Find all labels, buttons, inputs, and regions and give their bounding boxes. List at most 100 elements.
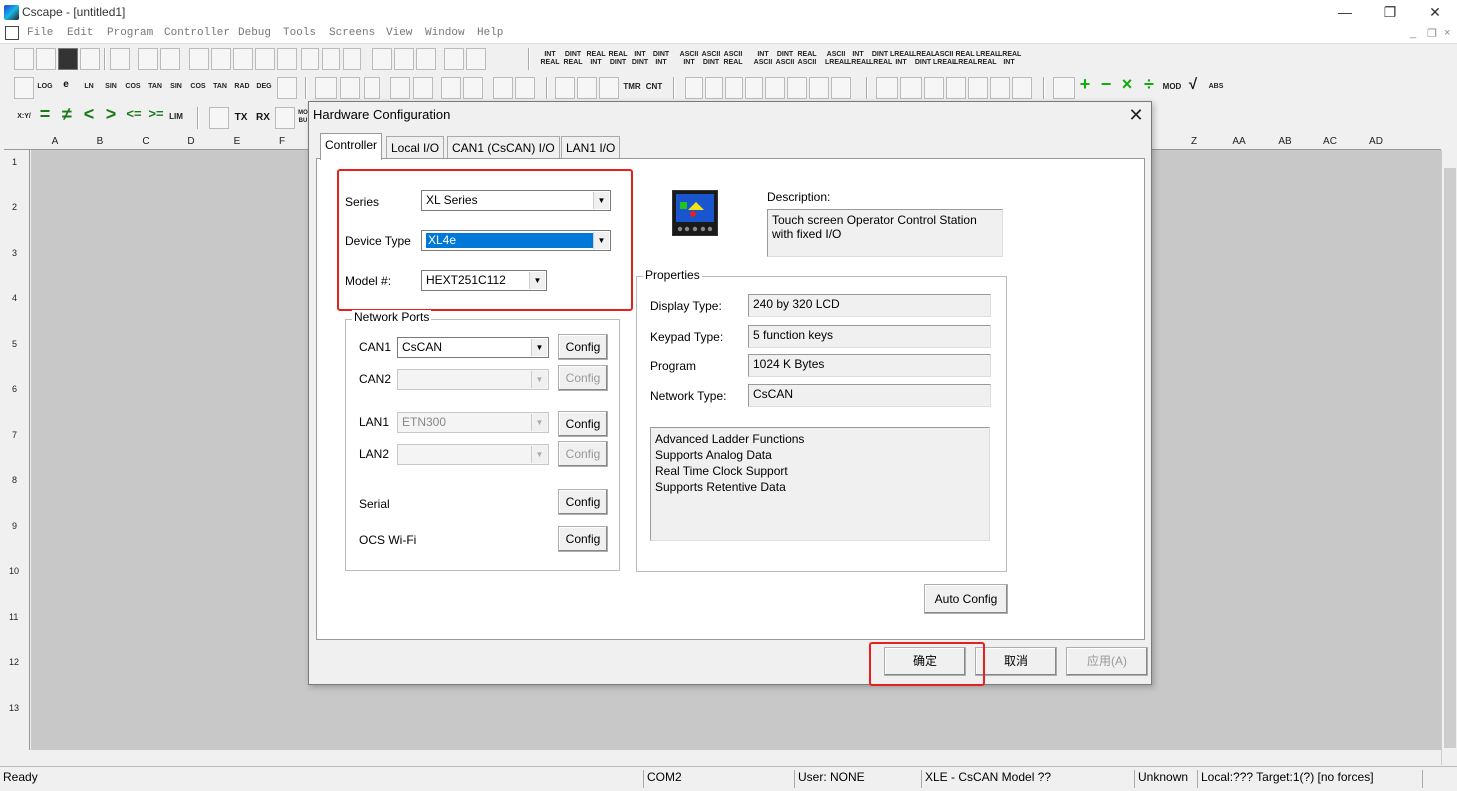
column-d[interactable]: D — [171, 136, 211, 147]
cycle-icon[interactable] — [1012, 77, 1032, 99]
wifi-config-button[interactable]: Config — [558, 526, 608, 552]
menu-file[interactable]: File — [27, 27, 53, 39]
mdi-minimize-button[interactable]: _ — [1410, 27, 1416, 39]
row-2[interactable]: 2 — [12, 202, 17, 212]
zoom-icon[interactable] — [416, 48, 436, 70]
greater-equal-icon[interactable]: >= — [146, 106, 166, 121]
convert-ascii-lreal-2-button[interactable]: ASCII LREAL — [933, 51, 956, 67]
row-7[interactable]: 7 — [12, 430, 17, 440]
open-file-icon[interactable] — [36, 48, 56, 70]
debug-icon[interactable] — [444, 48, 464, 70]
row-6[interactable]: 6 — [12, 384, 17, 394]
swap-icon[interactable] — [277, 77, 297, 99]
lasso-icon[interactable] — [340, 77, 360, 99]
lan2-config-button[interactable]: Config — [558, 441, 608, 467]
rx-button[interactable]: RX — [253, 112, 273, 123]
row-10[interactable]: 10 — [9, 566, 19, 576]
column-e[interactable]: E — [217, 136, 257, 147]
tab-local-io[interactable]: Local I/O — [386, 136, 445, 158]
serial-config-button[interactable]: Config — [558, 489, 608, 515]
menu-debug[interactable]: Debug — [238, 27, 271, 39]
set-coil-icon[interactable] — [809, 77, 829, 99]
page-icon[interactable] — [301, 48, 319, 70]
counter-button[interactable]: CNT — [644, 83, 664, 91]
note-icon[interactable] — [413, 77, 433, 99]
pos-coil-icon[interactable] — [765, 77, 785, 99]
row-8[interactable]: 8 — [12, 475, 17, 485]
copy-icon[interactable] — [138, 48, 158, 70]
column-b[interactable]: B — [80, 136, 120, 147]
column-z[interactable]: Z — [1174, 136, 1214, 147]
find-icon[interactable] — [394, 48, 414, 70]
document-menu-icon[interactable] — [5, 26, 19, 40]
menu-program[interactable]: Program — [107, 27, 153, 39]
timer-button[interactable]: TMR — [621, 83, 643, 91]
row-4[interactable]: 4 — [12, 293, 17, 303]
xy-button[interactable]: X:Y/ — [14, 113, 34, 121]
coil-icon[interactable] — [599, 77, 619, 99]
print-icon[interactable] — [80, 48, 100, 70]
convert-int-lreal-button[interactable]: INT LREAL — [847, 51, 870, 67]
lock-icon[interactable] — [493, 77, 513, 99]
column-a[interactable]: A — [35, 136, 75, 147]
menu-help[interactable]: Help — [477, 27, 503, 39]
scrollbar-thumb[interactable] — [1444, 168, 1456, 748]
sqrt-icon[interactable]: √ — [1184, 76, 1202, 93]
tan-button[interactable]: TAN — [146, 83, 164, 91]
convert-lreal-int-2-button[interactable]: LREAL INT — [998, 51, 1021, 67]
page2-icon[interactable] — [322, 48, 340, 70]
column-ad[interactable]: AD — [1356, 136, 1396, 147]
page3-icon[interactable] — [343, 48, 361, 70]
convert-real-lreal-button[interactable]: REAL LREAL — [954, 51, 977, 67]
can1-select[interactable]: CsCAN ▼ — [397, 337, 549, 358]
pointer-icon[interactable] — [315, 77, 337, 99]
convert-dint-int-button[interactable]: DINT INT — [650, 51, 672, 67]
multiply-icon[interactable]: × — [1118, 74, 1136, 95]
convert-int-ascii-button[interactable]: INT ASCII — [752, 51, 774, 67]
transfer-icon[interactable] — [990, 77, 1010, 99]
neg-coil-icon[interactable] — [745, 77, 763, 99]
convert-lreal-real-button[interactable]: LREAL REAL — [976, 51, 999, 67]
tab-controller[interactable]: Controller — [320, 133, 383, 160]
controller-icon[interactable] — [189, 48, 209, 70]
convert-lreal-dint-button[interactable]: LREAL DINT — [912, 51, 935, 67]
menu-edit[interactable]: Edit — [67, 27, 93, 39]
column-f[interactable]: F — [262, 136, 302, 147]
row-5[interactable]: 5 — [12, 339, 17, 349]
grid-icon[interactable] — [946, 77, 966, 99]
row-13[interactable]: 13 — [9, 703, 19, 713]
reset-coil-icon[interactable] — [831, 77, 851, 99]
wire-icon[interactable] — [364, 77, 380, 99]
call-icon[interactable] — [900, 77, 922, 99]
convert-real-dint-button[interactable]: REAL DINT — [607, 51, 629, 67]
data-icon[interactable] — [209, 107, 229, 129]
menu-view[interactable]: View — [386, 27, 412, 39]
upload-icon[interactable] — [277, 48, 297, 70]
close-button[interactable]: ✕ — [1420, 3, 1450, 21]
menu-screens[interactable]: Screens — [329, 27, 375, 39]
nc-contact-icon[interactable] — [577, 77, 597, 99]
minimize-button[interactable]: — — [1330, 3, 1360, 21]
menu-window[interactable]: Window — [425, 27, 465, 39]
greater-than-icon[interactable]: > — [102, 104, 120, 125]
convert-int-dint-button[interactable]: INT DINT — [629, 51, 651, 67]
edit-icon[interactable] — [233, 48, 253, 70]
vertical-scrollbar[interactable] — [1441, 150, 1457, 765]
less-equal-icon[interactable]: <= — [124, 106, 144, 121]
row-9[interactable]: 9 — [12, 521, 17, 531]
mod-button[interactable]: MOD — [1162, 83, 1182, 91]
new-file-icon[interactable] — [14, 48, 34, 70]
can1-config-button[interactable]: Config — [558, 334, 608, 360]
can2-select[interactable]: ▼ — [397, 369, 549, 390]
convert-real-int-button[interactable]: REAL INT — [585, 51, 607, 67]
deg-button[interactable]: DEG — [255, 83, 273, 91]
lock2-icon[interactable] — [515, 77, 535, 99]
text-icon[interactable] — [390, 77, 410, 99]
lan1-select[interactable]: ETN300 ▼ — [397, 412, 549, 433]
cos-button[interactable]: COS — [124, 83, 142, 91]
row-12[interactable]: 12 — [9, 657, 19, 667]
convert-ascii-lreal-button[interactable]: ASCII LREAL — [825, 51, 848, 67]
column-aa[interactable]: AA — [1219, 136, 1259, 147]
convert-ascii-real-button[interactable]: ASCII REAL — [722, 51, 744, 67]
special-coil-icon[interactable] — [1053, 77, 1075, 99]
